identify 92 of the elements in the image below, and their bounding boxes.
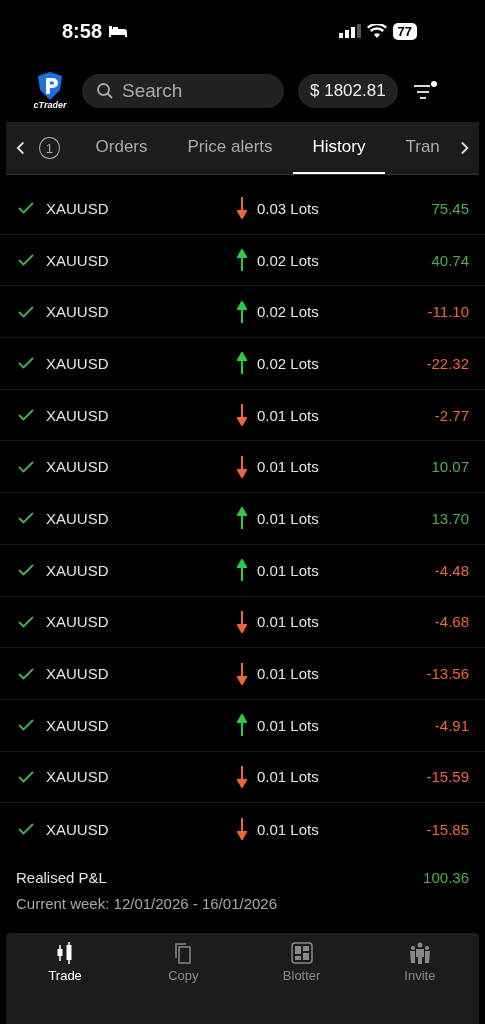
- check-icon: [18, 305, 34, 318]
- trade-row[interactable]: XAUUSD 0.01 Lots -4.68: [0, 596, 485, 649]
- symbol-text: XAUUSD: [46, 303, 110, 321]
- tab[interactable]: Tran: [385, 122, 460, 174]
- status-time: 8:58: [62, 19, 103, 43]
- symbol-text: XAUUSD: [46, 509, 110, 527]
- dashboard-icon: [290, 941, 313, 964]
- trade-row[interactable]: XAUUSD 0.02 Lots 40.74: [0, 234, 485, 287]
- pnl-value: -15.85: [426, 820, 469, 838]
- signal-icon: [338, 24, 361, 38]
- bed-icon: [108, 24, 129, 38]
- chevron-left-icon[interactable]: [16, 141, 26, 155]
- symbol-text: XAUUSD: [46, 613, 110, 631]
- pnl-value: -15.59: [426, 768, 469, 786]
- symbol-text: XAUUSD: [46, 406, 110, 424]
- volume-text: 0.01 Lots: [257, 768, 320, 786]
- nav-item[interactable]: Blotter: [242, 940, 361, 984]
- tab[interactable]: History: [292, 122, 386, 174]
- volume-text: 0.03 Lots: [257, 199, 320, 217]
- symbol-text: XAUUSD: [46, 768, 110, 786]
- realised-pnl-value: 100.36: [423, 868, 469, 886]
- trade-row[interactable]: XAUUSD 0.02 Lots -22.32: [0, 338, 485, 390]
- pnl-value: -13.56: [426, 665, 469, 683]
- trade-row[interactable]: XAUUSD 0.01 Lots -2.77: [0, 389, 485, 442]
- period-text: Current week: 12/01/2026 - 16/01/2026: [16, 894, 278, 912]
- symbol-text: XAUUSD: [46, 458, 110, 476]
- symbol-text: XAUUSD: [46, 199, 110, 217]
- symbol-text: XAUUSD: [46, 716, 110, 734]
- logo-text: cTrader: [33, 100, 67, 110]
- tab[interactable]: Price alerts: [167, 122, 293, 174]
- copy-icon: [173, 941, 194, 964]
- symbol-text: XAUUSD: [46, 820, 110, 838]
- trade-row[interactable]: XAUUSD 0.03 Lots 75.45: [0, 183, 485, 235]
- pnl-value: -22.32: [426, 354, 469, 372]
- nav-item[interactable]: Invite: [360, 940, 479, 984]
- pnl-value: 75.45: [431, 199, 469, 217]
- trade-row[interactable]: XAUUSD 0.01 Lots 13.70: [0, 493, 485, 545]
- nav-item[interactable]: Trade: [6, 940, 125, 984]
- volume-text: 0.02 Lots: [257, 251, 320, 269]
- check-icon: [18, 202, 34, 215]
- trade-row[interactable]: XAUUSD 0.01 Lots -4.91: [0, 699, 485, 752]
- logo-icon: [35, 72, 65, 100]
- pnl-value: -4.68: [434, 613, 469, 631]
- volume-text: 0.01 Lots: [257, 716, 320, 734]
- search-field[interactable]: Search: [82, 74, 284, 108]
- trade-row[interactable]: XAUUSD 0.01 Lots -4.48: [0, 544, 485, 597]
- symbol-text: XAUUSD: [46, 251, 110, 269]
- check-icon: [18, 357, 34, 370]
- check-icon: [18, 719, 34, 732]
- trade-row[interactable]: XAUUSD 0.01 Lots -13.56: [0, 648, 485, 700]
- pnl-value: 13.70: [431, 509, 469, 527]
- check-icon: [18, 823, 34, 836]
- wifi-icon: [366, 24, 387, 38]
- pnl-value: -4.91: [434, 716, 469, 734]
- volume-text: 0.01 Lots: [257, 665, 320, 683]
- volume-text: 0.02 Lots: [257, 303, 320, 321]
- volume-text: 0.01 Lots: [257, 561, 320, 579]
- volume-text: 0.02 Lots: [257, 354, 320, 372]
- trade-row[interactable]: XAUUSD 0.01 Lots -15.59: [0, 751, 485, 804]
- volume-text: 0.01 Lots: [257, 820, 320, 838]
- tab[interactable]: Orders: [75, 122, 168, 174]
- check-icon: [18, 409, 34, 422]
- pnl-value: -2.77: [434, 406, 469, 424]
- chevron-right-icon[interactable]: [459, 141, 469, 155]
- pnl-value: -11.10: [427, 303, 469, 321]
- pnl-value: 10.07: [431, 458, 469, 476]
- volume-text: 0.01 Lots: [257, 613, 320, 631]
- filter-icon[interactable]: [411, 80, 438, 102]
- symbol-text: XAUUSD: [46, 665, 110, 683]
- check-icon: [18, 512, 34, 525]
- pnl-value: 40.74: [431, 251, 469, 269]
- volume-text: 0.01 Lots: [257, 458, 320, 476]
- volume-text: 0.01 Lots: [257, 509, 320, 527]
- check-icon: [18, 667, 34, 680]
- battery-level: 77: [392, 22, 417, 40]
- people-icon: [408, 941, 431, 964]
- nav-item[interactable]: Copy: [124, 940, 243, 984]
- trade-row[interactable]: XAUUSD 0.01 Lots -15.85: [0, 803, 485, 855]
- pnl-value: -4.48: [434, 561, 469, 579]
- symbol-text: XAUUSD: [46, 354, 110, 372]
- check-icon: [18, 770, 34, 783]
- symbol-text: XAUUSD: [46, 561, 110, 579]
- balance-button[interactable]: $ 1802.81: [298, 74, 398, 108]
- check-icon: [18, 564, 34, 577]
- check-icon: [18, 615, 34, 628]
- volume-text: 0.01 Lots: [257, 406, 320, 424]
- search-icon: [96, 82, 114, 100]
- check-icon: [18, 460, 34, 473]
- realised-pnl-label: Realised P&L: [16, 868, 107, 886]
- trade-row[interactable]: XAUUSD 0.02 Lots -11.10: [0, 286, 485, 339]
- check-icon: [18, 254, 34, 267]
- trade-row[interactable]: XAUUSD 0.01 Lots 10.07: [0, 441, 485, 494]
